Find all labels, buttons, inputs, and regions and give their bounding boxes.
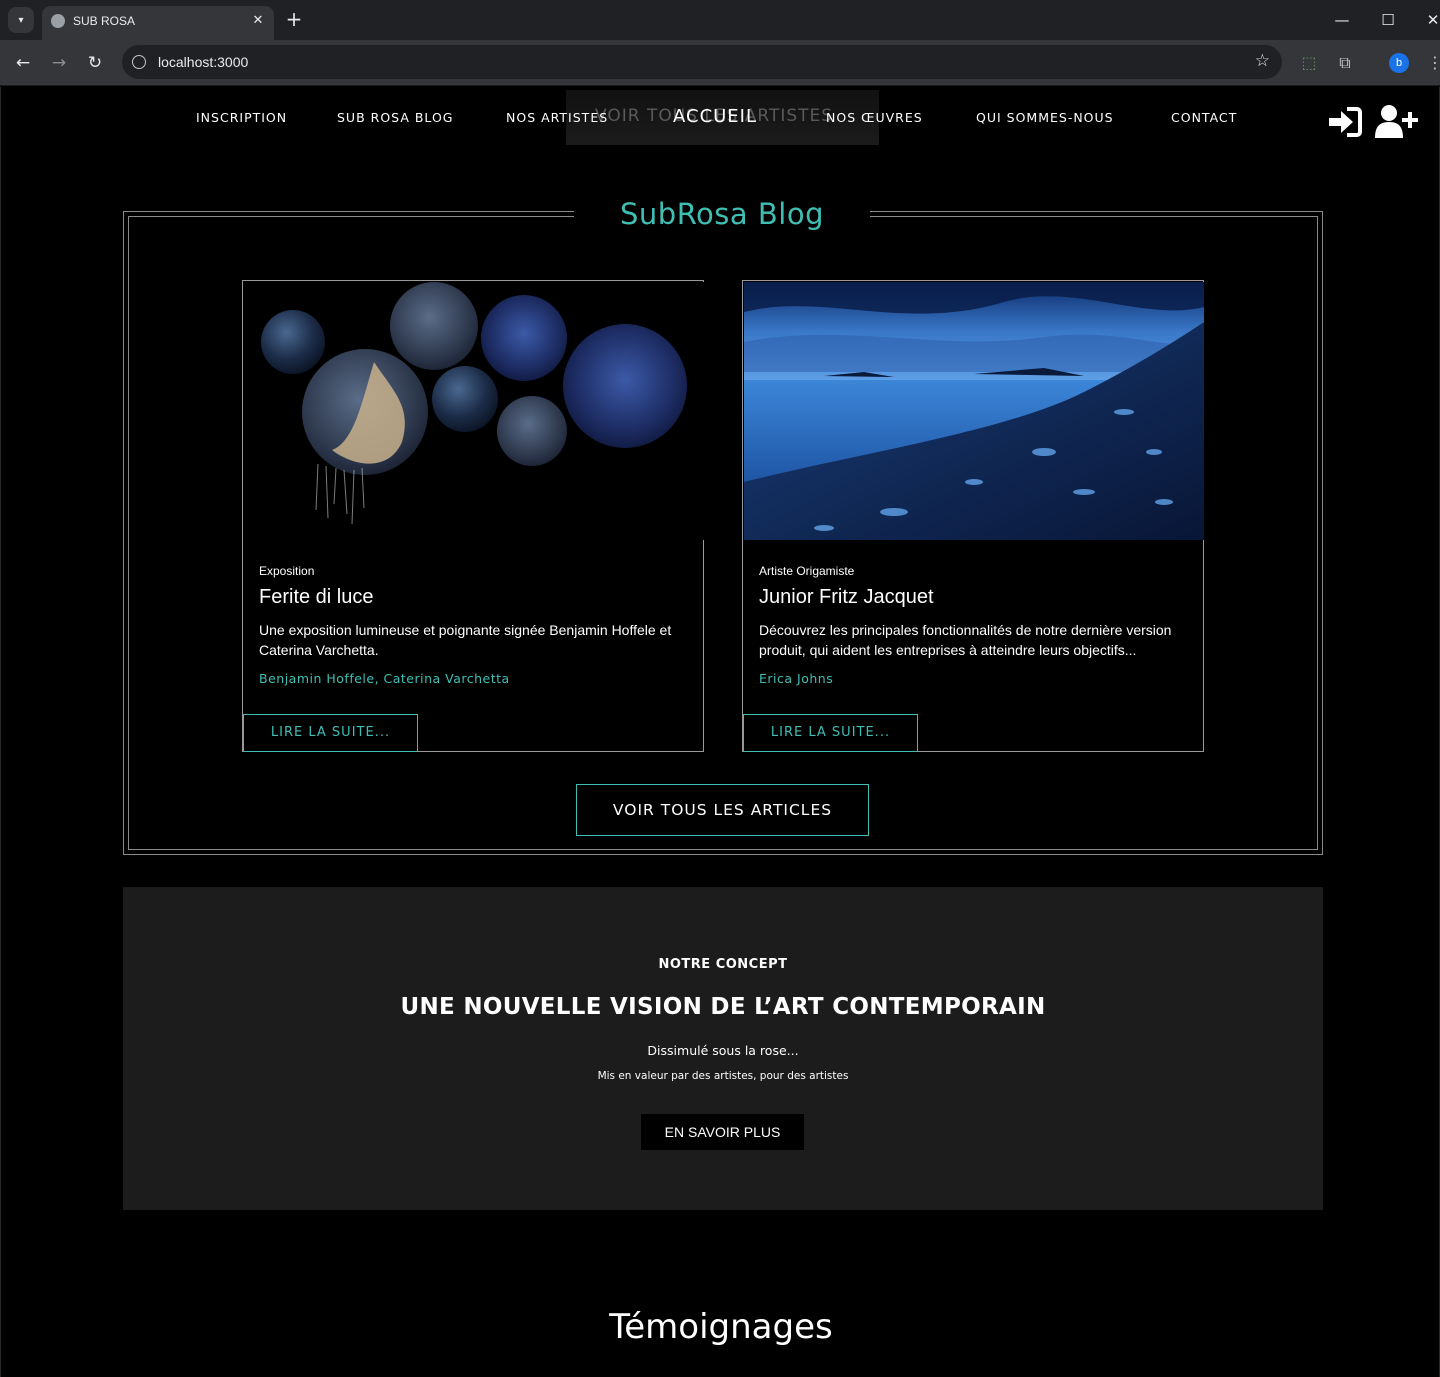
url-text[interactable]: localhost:3000 [158,54,248,70]
nav-oeuvres[interactable]: NOS ŒUVRES [826,110,923,125]
card-title[interactable]: Junior Fritz Jacquet [759,586,934,609]
globe-icon [51,14,65,28]
learn-more-button[interactable]: EN SAVOIR PLUS [641,1114,804,1150]
extensions-icon[interactable]: ⧉ [1334,52,1356,74]
address-bar[interactable]: localhost:3000 ☆ [122,45,1282,79]
forward-icon[interactable]: → [47,51,71,75]
screenshot-icon[interactable]: ⬚ [1298,52,1320,74]
nav-qui-sommes-nous[interactable]: QUI SOMMES-NOUS [976,110,1114,125]
tab-title: SUB ROSA [73,14,136,28]
browser-titlebar: ▾ SUB ROSA ✕ + — ☐ ✕ [0,0,1440,40]
profile-avatar[interactable]: b [1389,53,1409,73]
bookmark-star-icon[interactable]: ☆ [1255,51,1270,71]
blog-section-title: SubRosa Blog [574,191,870,237]
back-icon[interactable]: ← [11,51,35,75]
card-description: Découvrez les principales fonctionnalité… [759,622,1172,658]
card-category: Artiste Origamiste [759,564,855,578]
concept-title: UNE NOUVELLE VISION DE L’ART CONTEMPORAI… [400,994,1046,1020]
card-description: Une exposition lumineuse et poignante si… [259,622,672,658]
card-author: Erica Johns [759,671,834,686]
maximize-icon[interactable]: ☐ [1376,8,1400,32]
blog-card: Exposition Ferite di luce Une exposition… [242,280,704,752]
login-icon[interactable] [1327,106,1363,138]
close-tab-icon[interactable]: ✕ [249,12,267,30]
reload-icon[interactable]: ↻ [83,51,107,75]
menu-dots-icon[interactable]: ⋮ [1424,52,1440,74]
testimonials-title: Témoignages [609,1307,833,1347]
card-image-ferite-di-luce[interactable] [244,282,704,540]
view-all-articles-button[interactable]: VOIR TOUS LES ARTICLES [576,784,869,836]
read-more-button[interactable]: LIRE LA SUITE... [743,714,918,752]
blog-card: Artiste Origamiste Junior Fritz Jacquet … [742,280,1204,752]
browser-toolbar: ← → ↻ localhost:3000 ☆ ⬚ ⧉ b ⋮ [0,40,1440,86]
add-user-icon[interactable] [1375,104,1419,140]
concept-kicker: NOTRE CONCEPT [658,957,788,972]
tab-search-button[interactable]: ▾ [8,7,34,33]
card-title[interactable]: Ferite di luce [259,586,374,609]
site-nav: VOIR TOUS LES ARTISTES INSCRIPTION SUB R… [1,87,1440,157]
nav-contact[interactable]: CONTACT [1171,110,1237,125]
nav-accueil[interactable]: ACCUEIL [673,106,757,127]
nav-inscription[interactable]: INSCRIPTION [196,110,287,125]
read-more-button[interactable]: LIRE LA SUITE... [243,714,418,752]
close-window-icon[interactable]: ✕ [1421,8,1440,32]
concept-subtitle: Dissimulé sous la rose... [647,1043,799,1058]
concept-section: NOTRE CONCEPT UNE NOUVELLE VISION DE L’A… [123,887,1323,1210]
new-tab-button[interactable]: + [283,8,305,30]
nav-blog[interactable]: SUB ROSA BLOG [337,110,453,125]
minimize-icon[interactable]: — [1330,8,1354,32]
card-category: Exposition [259,564,315,578]
browser-tab[interactable]: SUB ROSA ✕ [42,6,274,40]
concept-tagline: Mis en valeur par des artistes, pour des… [597,1070,849,1082]
chevron-down-icon: ▾ [18,14,24,26]
site-info-icon[interactable] [132,55,146,69]
nav-artistes[interactable]: NOS ARTISTES [506,110,608,125]
card-author: Benjamin Hoffele, Caterina Varchetta [259,671,510,686]
card-image-junior-fritz-jacquet[interactable] [744,282,1204,540]
page: VOIR TOUS LES ARTISTES INSCRIPTION SUB R… [0,87,1440,1377]
